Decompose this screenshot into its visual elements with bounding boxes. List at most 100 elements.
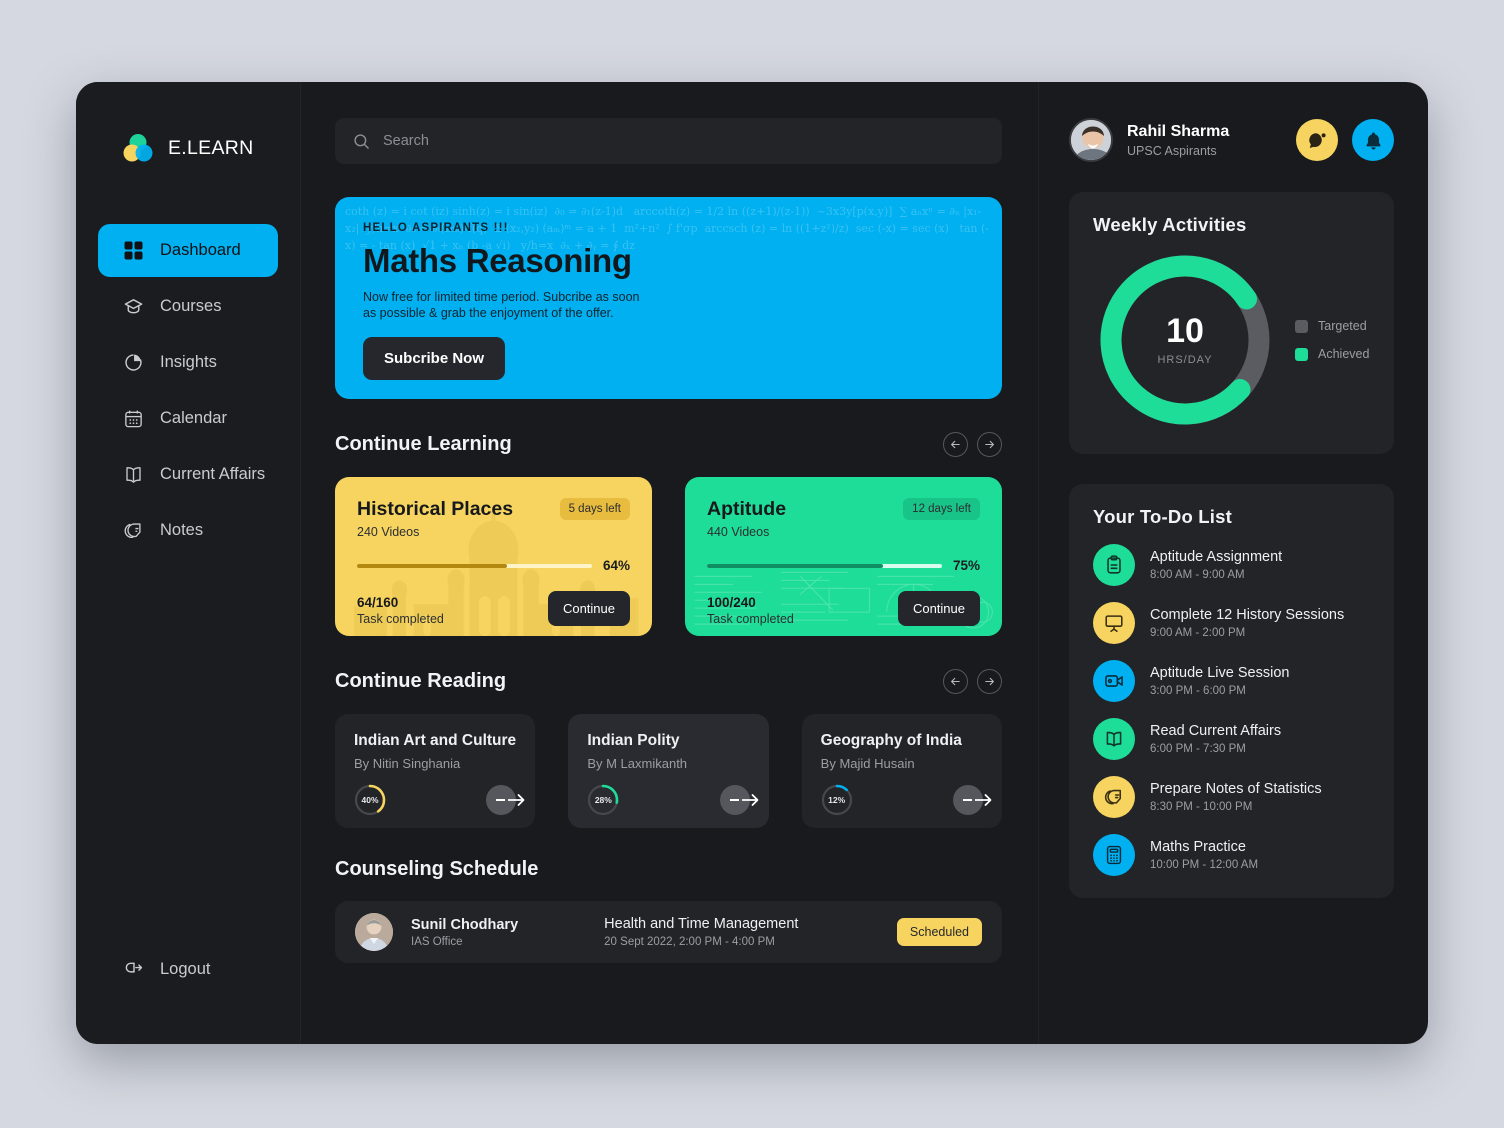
learning-card[interactable]: Aptitude 440 Videos 12 days left 75% 100…: [685, 477, 1002, 636]
list-item-text: Complete 12 History Sessions 9:00 AM - 2…: [1150, 607, 1344, 639]
search-bar[interactable]: Search: [335, 118, 1002, 164]
continue-button[interactable]: Continue: [897, 591, 980, 626]
learning-card-videos: 240 Videos: [357, 525, 420, 539]
progress-fill: [357, 563, 508, 568]
search-icon: [353, 133, 370, 150]
legend-swatch: [1295, 347, 1308, 361]
sidebar-item-notes[interactable]: Notes: [98, 504, 278, 557]
list-item[interactable]: Aptitude Live Session 3:00 PM - 6:00 PM: [1093, 660, 1370, 702]
message-icon[interactable]: [1296, 119, 1338, 161]
continue-learning-cards: Historical Places 240 Videos 5 days left…: [335, 477, 1002, 636]
arrow-right-icon: [741, 791, 761, 809]
open-book-arrow-button[interactable]: [486, 785, 525, 815]
learning-card-title: Historical Places: [357, 498, 514, 520]
arrow-right-icon[interactable]: [977, 432, 1002, 457]
sidebar-logout-group: Logout: [98, 943, 278, 996]
section-title: Counseling Schedule: [335, 858, 539, 880]
todo-time: 10:00 PM - 12:00 AM: [1150, 859, 1259, 871]
donut-value: 10: [1166, 312, 1204, 350]
sidebar-item-insights[interactable]: Insights: [98, 336, 278, 389]
continue-button[interactable]: Continue: [547, 591, 630, 626]
main-area: Search coth (z) = i cot (iz) sinh(z) = i…: [301, 82, 1428, 1044]
learning-card-task-label: Task completed: [707, 612, 794, 626]
learning-card-count: 64/160: [357, 595, 399, 610]
sidebar-item-dashboard[interactable]: Dashboard: [98, 224, 278, 277]
hero-banner: coth (z) = i cot (iz) sinh(z) = i sin(iz…: [335, 197, 1002, 399]
counseling-person: Sunil Chodhary IAS Office: [411, 917, 518, 948]
continue-learning-arrows: [943, 432, 1002, 457]
donut-chart-wrap: 10 HRS/DAY Targeted Achieved: [1093, 248, 1370, 432]
reading-card[interactable]: Geography of India By Majid Husain 12%: [801, 714, 1002, 828]
legend-label: Targeted: [1318, 319, 1367, 333]
open-book-icon: [1093, 718, 1135, 760]
learning-card-task-label: Task completed: [357, 612, 444, 626]
list-item[interactable]: Maths Practice 10:00 PM - 12:00 AM: [1093, 834, 1370, 876]
learning-card-progress: 75%: [707, 558, 980, 573]
reading-card-author: By Nitin Singhania: [354, 756, 461, 771]
reading-card-title: Indian Art and Culture: [354, 732, 517, 749]
subscribe-now-button[interactable]: Subcribe Now: [363, 337, 506, 380]
section-title: Continue Learning: [335, 433, 512, 455]
learning-card-bottom: 100/240 Task completed Continue: [707, 591, 980, 626]
list-item[interactable]: Aptitude Assignment 8:00 AM - 9:00 AM: [1093, 544, 1370, 586]
list-item[interactable]: Prepare Notes of Statistics 8:30 PM - 10…: [1093, 776, 1370, 818]
reading-card-bottom: 12%: [821, 784, 992, 816]
continue-reading-cards: Indian Art and Culture By Nitin Singhani…: [335, 714, 1002, 828]
open-book-arrow-button[interactable]: [952, 785, 992, 815]
arrow-left-icon[interactable]: [943, 432, 968, 457]
counseling-time: 20 Sept 2022, 2:00 PM - 4:00 PM: [604, 936, 775, 948]
sidebar-item-label: Calendar: [160, 409, 227, 427]
todo-title: Prepare Notes of Statistics: [1150, 781, 1322, 797]
progress-ring: 40%: [354, 784, 386, 816]
arrow-dash: [962, 799, 972, 801]
learning-card-days-badge: 5 days left: [559, 498, 630, 520]
sidebar-item-logout[interactable]: Logout: [98, 943, 278, 996]
arrow-right-icon: [508, 791, 527, 809]
section-title: Continue Reading: [335, 670, 507, 692]
reading-card-title: Geography of India: [820, 732, 962, 749]
bell-icon[interactable]: [1352, 119, 1394, 161]
calculator-icon: [1093, 834, 1135, 876]
list-item[interactable]: Read Current Affairs 6:00 PM - 7:30 PM: [1093, 718, 1370, 760]
status-badge[interactable]: Scheduled: [896, 918, 982, 946]
reading-card-author: By Majid Husain: [820, 756, 915, 771]
arrow-right-icon[interactable]: [977, 669, 1002, 694]
counseling-row[interactable]: Sunil Chodhary IAS Office Health and Tim…: [335, 901, 1002, 963]
learning-card-percent: 75%: [952, 558, 980, 573]
weekly-activities-panel: Weekly Activities 10 HRS/DAY Targeted Ac…: [1069, 192, 1394, 454]
progress-ring: 28%: [587, 784, 619, 816]
avatar[interactable]: [1069, 118, 1113, 162]
arrow-left-icon[interactable]: [943, 669, 968, 694]
legend-item: Targeted: [1295, 319, 1369, 333]
sidebar-item-label: Notes: [160, 521, 204, 539]
center-column: Search coth (z) = i cot (iz) sinh(z) = i…: [301, 82, 1039, 1044]
learning-card-title: Aptitude: [707, 498, 787, 520]
progress-ring-label: 40%: [361, 795, 379, 805]
sidebar-nav: Dashboard Courses Insights Calendar Curr…: [76, 224, 300, 557]
counseling-header: Counseling Schedule: [335, 858, 1002, 881]
counseling-name: Sunil Chodhary: [411, 916, 519, 933]
brand-name: E.LEARN: [168, 136, 254, 159]
todo-list: Aptitude Assignment 8:00 AM - 9:00 AM Co…: [1093, 544, 1370, 876]
reading-card[interactable]: Indian Art and Culture By Nitin Singhani…: [335, 714, 536, 828]
right-panel: Rahil Sharma UPSC Aspirants Weekly Activ…: [1039, 82, 1428, 1044]
sidebar-item-calendar[interactable]: Calendar: [98, 392, 278, 445]
donut-center: 10 HRS/DAY: [1093, 248, 1277, 432]
todo-title: Maths Practice: [1150, 839, 1246, 855]
list-item[interactable]: Complete 12 History Sessions 9:00 AM - 2…: [1093, 602, 1370, 644]
profile-name: Rahil Sharma: [1127, 122, 1230, 140]
arrow-right-icon: [974, 791, 994, 809]
reading-card-author: By M Laxmikanth: [587, 756, 688, 771]
profile-info: Rahil Sharma UPSC Aspirants: [1127, 123, 1229, 158]
open-book-arrow-button[interactable]: [719, 785, 759, 815]
learning-card[interactable]: Historical Places 240 Videos 5 days left…: [335, 477, 652, 636]
search-input[interactable]: Search: [383, 133, 429, 149]
progress-track: [357, 563, 592, 568]
sidebar-item-current-affairs[interactable]: Current Affairs: [98, 448, 278, 501]
sidebar-item-courses[interactable]: Courses: [98, 280, 278, 333]
reading-card[interactable]: Indian Polity By M Laxmikanth 28%: [568, 714, 769, 828]
learning-card-count: 100/240: [707, 595, 756, 610]
todo-time: 6:00 PM - 7:30 PM: [1150, 743, 1246, 755]
grid-icon: [122, 240, 144, 262]
sidebar-item-label: Courses: [160, 297, 222, 315]
